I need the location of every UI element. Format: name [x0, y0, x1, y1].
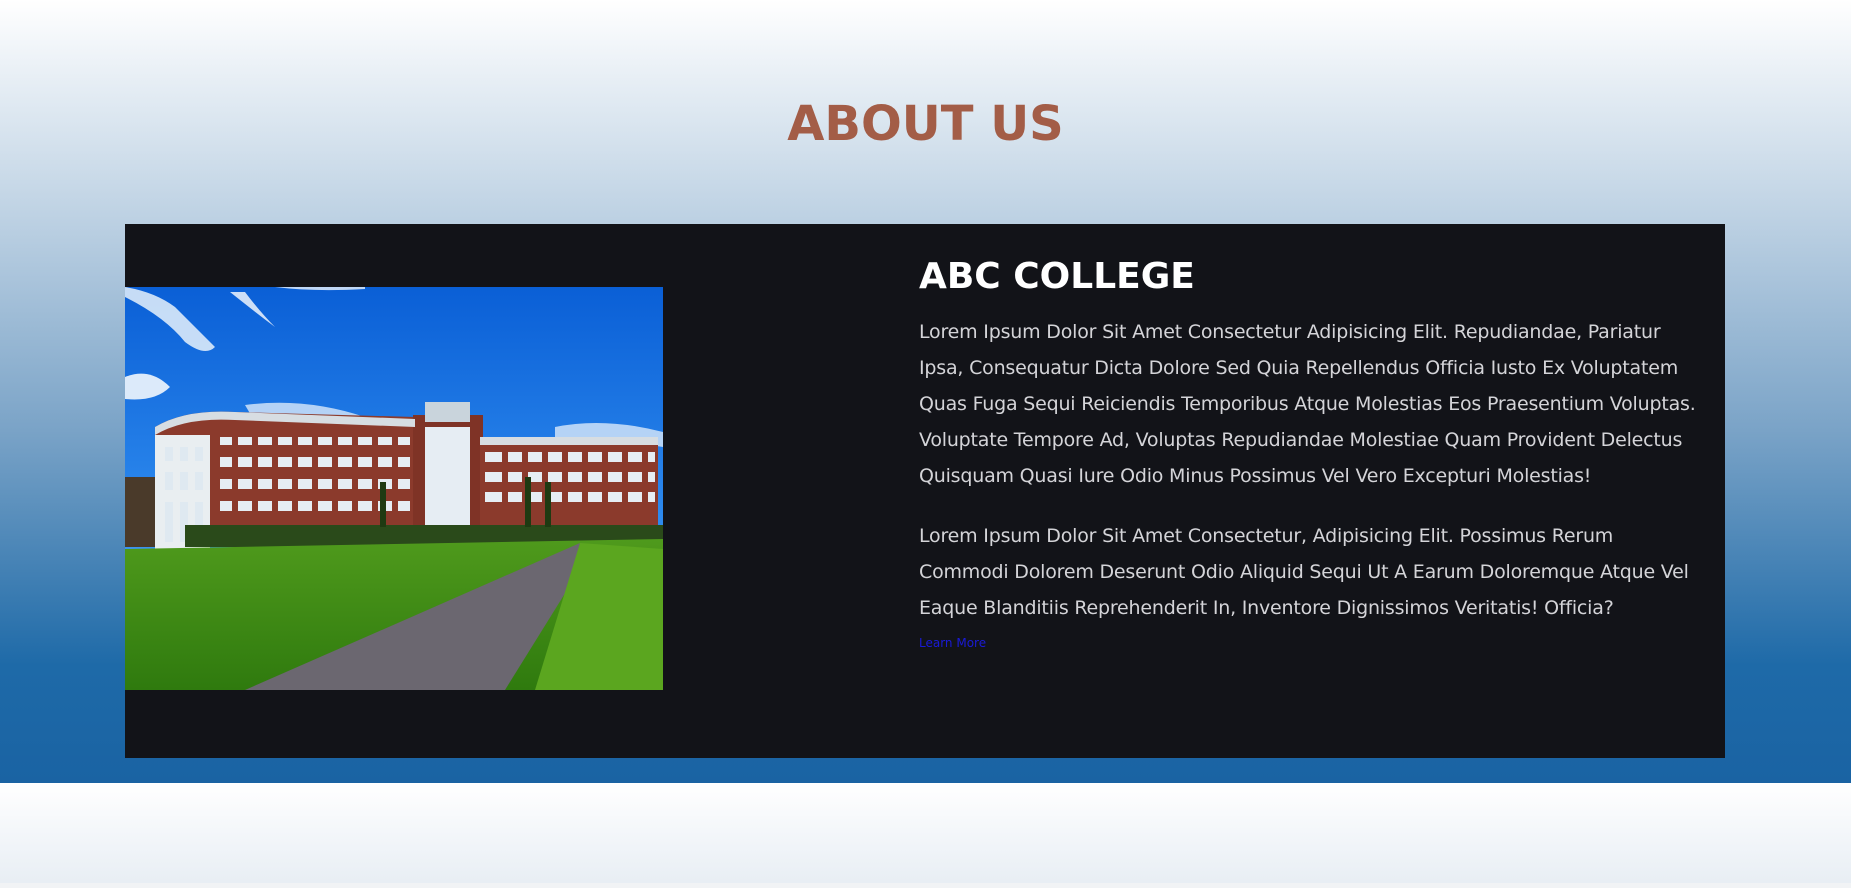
about-section: ABOUT US ABC COLLEGE Lorem Ipsum Dolor S…	[0, 0, 1851, 783]
learn-more-link[interactable]: Learn More	[919, 636, 986, 650]
college-title: ABC COLLEGE	[919, 256, 1195, 297]
about-content: ABC COLLEGE Lorem Ipsum Dolor Sit Amet C…	[919, 254, 1699, 651]
about-paragraph-2: Lorem Ipsum Dolor Sit Amet Consectetur, …	[919, 525, 1689, 619]
next-section	[0, 783, 1851, 883]
divider	[0, 883, 1851, 888]
college-building-photo	[125, 287, 663, 690]
about-paragraph-1: Lorem Ipsum Dolor Sit Amet Consectetur A…	[919, 321, 1696, 487]
about-card: ABC COLLEGE Lorem Ipsum Dolor Sit Amet C…	[125, 224, 1725, 758]
page-title: ABOUT US	[787, 96, 1064, 152]
